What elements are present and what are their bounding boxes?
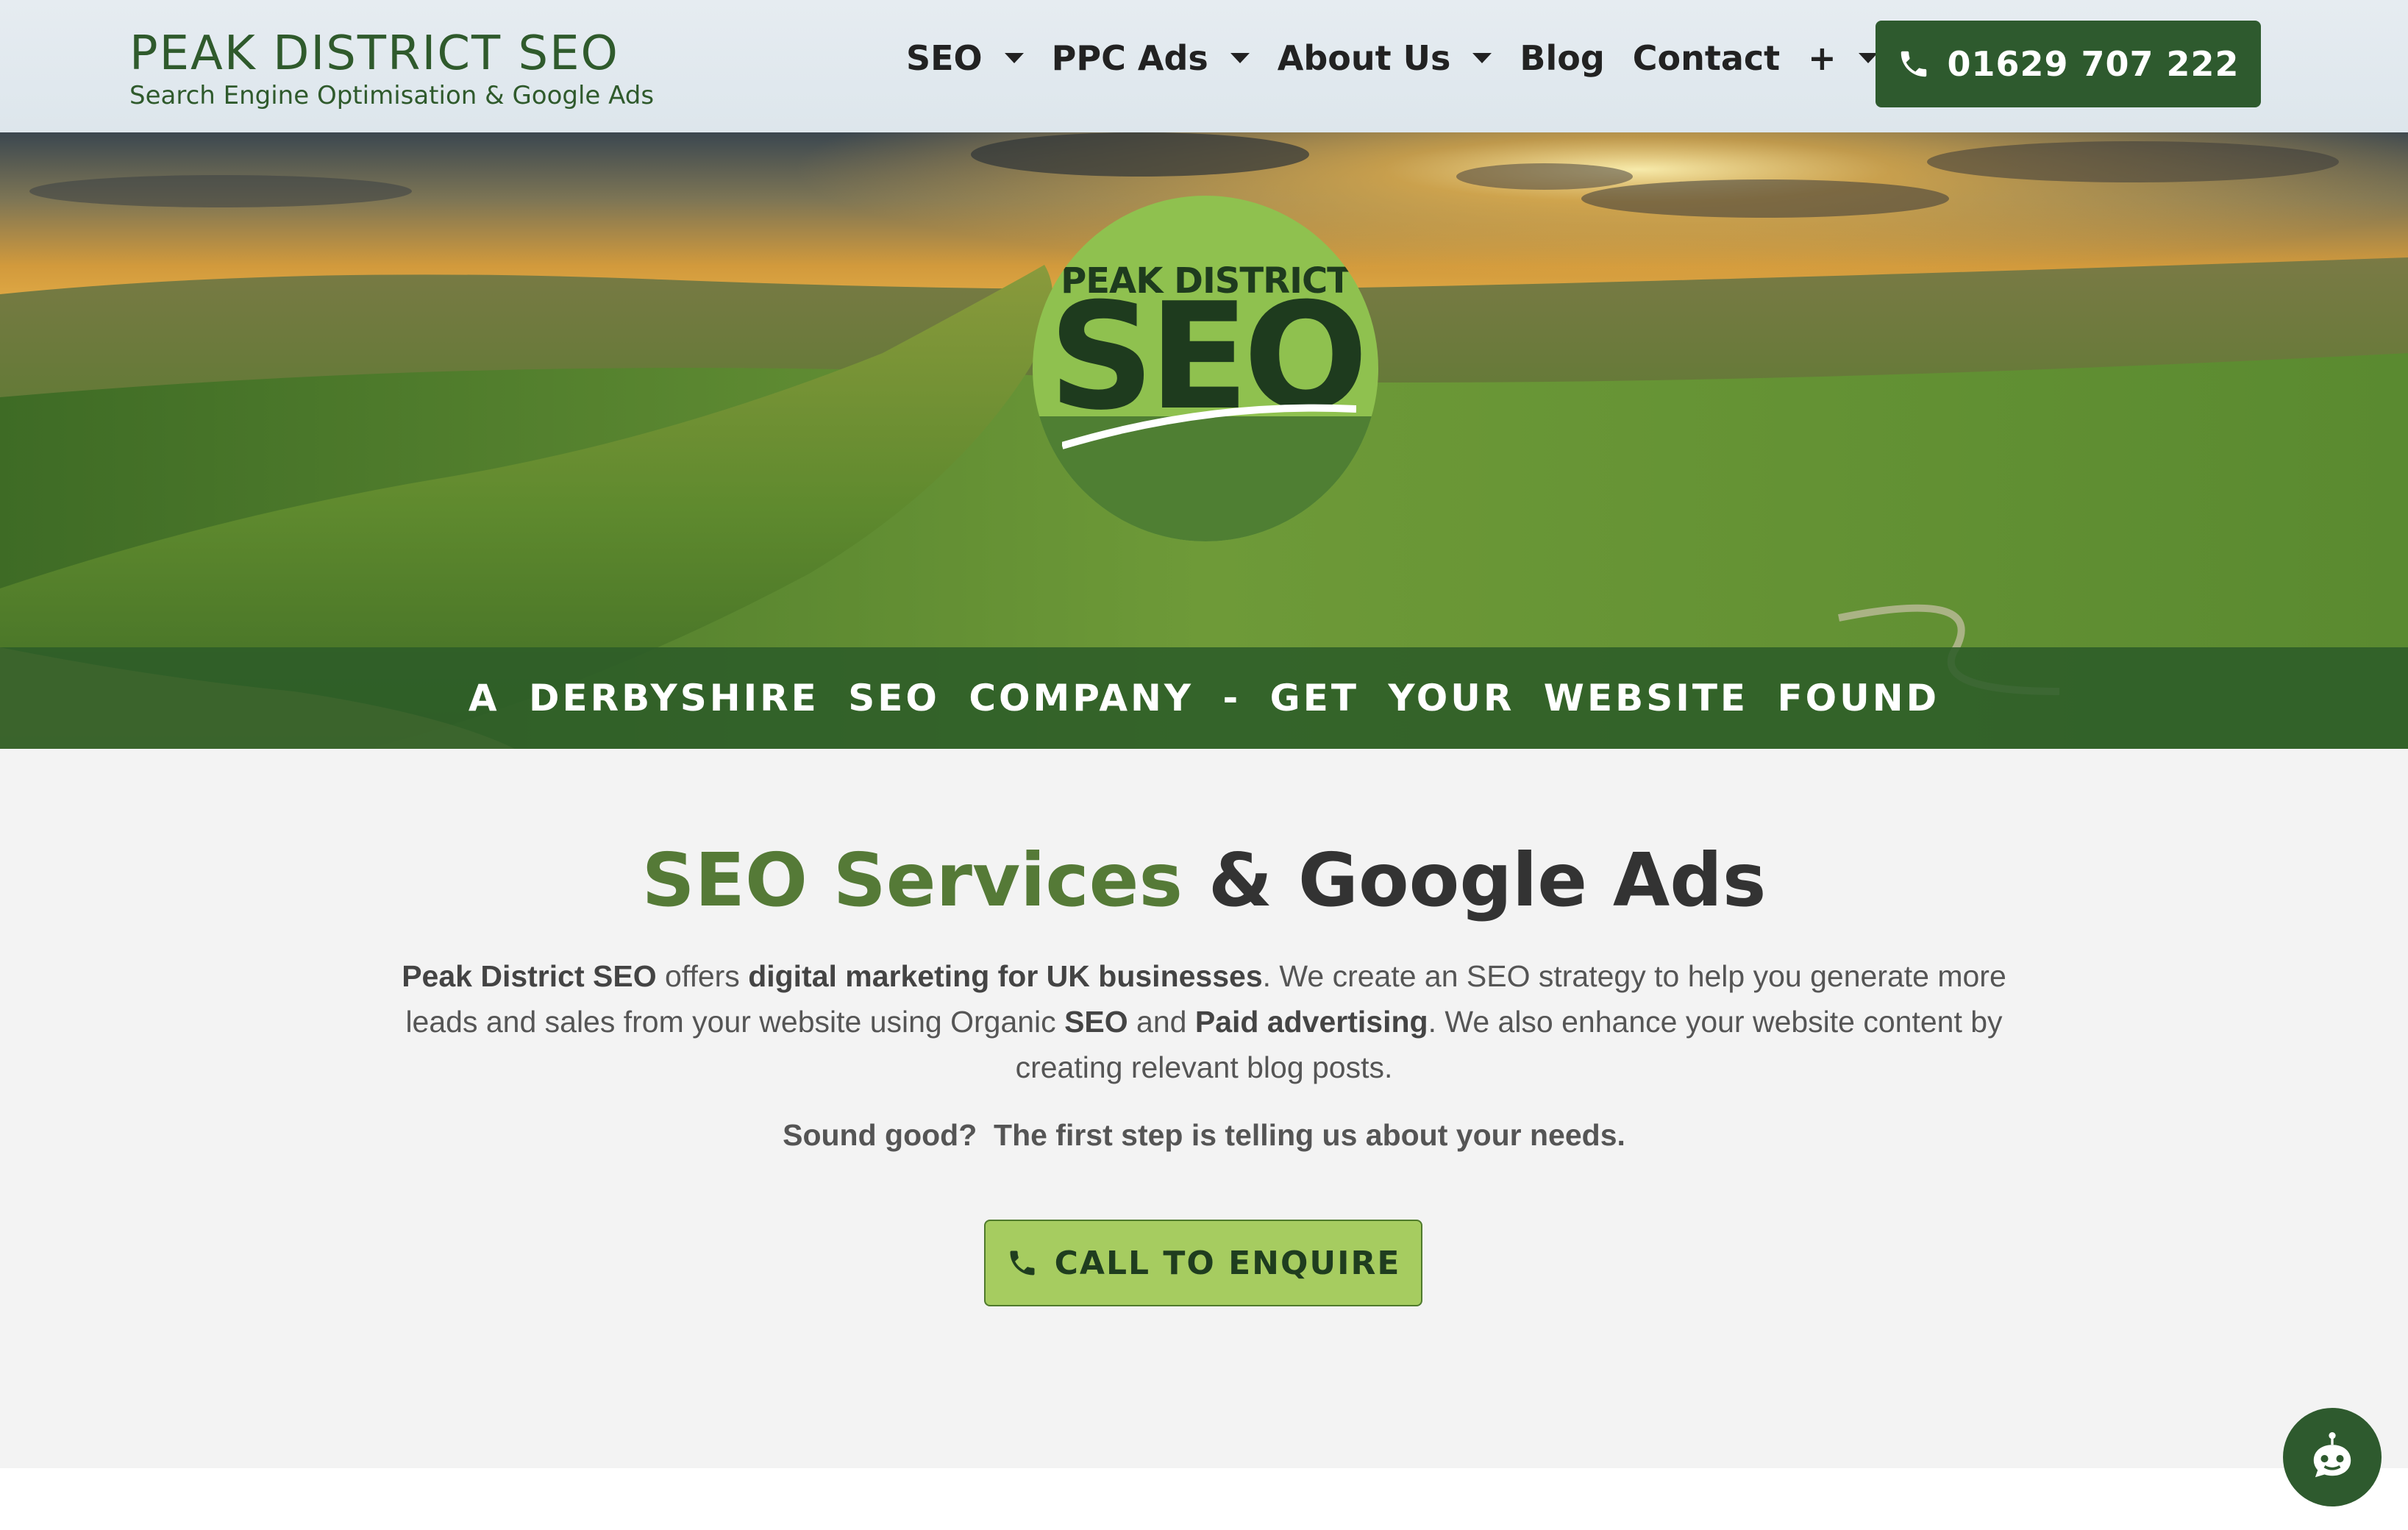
nav-item-label: About Us [1277,38,1451,78]
main-nav: SEO PPC Ads About Us Blog Contact + [906,32,1906,84]
intro-text: and [1128,1005,1195,1039]
intro-highlight: Paid advertising [1194,1005,1428,1039]
call-to-enquire-button[interactable]: CALL TO ENQUIRE [984,1220,1422,1306]
main-content: SEO Services & Google Ads Peak District … [0,749,2408,1468]
hero-banner: PEAK DISTRICT SEO A DERBYSHIRE SEO COMPA… [0,132,2408,749]
chevron-down-icon[interactable] [1004,53,1024,63]
chevron-down-icon[interactable] [1230,53,1250,63]
nav-item-label: SEO [906,38,983,78]
enquire-label: CALL TO ENQUIRE [1054,1244,1401,1282]
site-header: PEAK DISTRICT SEO Search Engine Optimisa… [0,0,2408,132]
company-logo: PEAK DISTRICT SEO [1033,196,1378,541]
intro-highlight: SEO [1064,1005,1128,1039]
intro-paragraph: Peak District SEO offers digital marketi… [368,953,2040,1090]
nav-item-more[interactable]: + [1808,38,1878,78]
chevron-down-icon[interactable] [1472,53,1492,63]
nav-item-label: Blog [1520,38,1605,78]
headline-rest: & Google Ads [1208,837,1767,923]
cta-text: Sound good? The first step is telling us… [783,1118,1625,1152]
intro-text: offers [656,959,749,993]
nav-item-contact[interactable]: Contact [1633,38,1780,78]
hero-tagline: A DERBYSHIRE SEO COMPANY - GET YOUR WEBS… [468,677,1940,719]
nav-item-label: Contact [1632,38,1781,78]
phone-number: 01629 707 222 [1947,44,2240,84]
brand-subtitle: Search Engine Optimisation & Google Ads [129,81,655,110]
tagline-band: A DERBYSHIRE SEO COMPANY - GET YOUR WEBS… [0,647,2408,749]
intro-brand: Peak District SEO [402,959,657,993]
phone-button[interactable]: 01629 707 222 [1876,21,2261,107]
phone-icon [1010,1250,1035,1275]
nav-item-seo[interactable]: SEO [906,38,1024,78]
page-title: SEO Services & Google Ads [0,837,2408,923]
headline-green: SEO Services [641,837,1183,923]
nav-item-blog[interactable]: Blog [1520,38,1604,78]
swoosh-icon [1062,404,1356,449]
nav-item-about-us[interactable]: About Us [1278,38,1492,78]
chatbot-button[interactable] [2283,1408,2382,1506]
chevron-down-icon[interactable] [1858,53,1878,63]
phone-icon [1901,51,1927,77]
nav-item-ppc-ads[interactable]: PPC Ads [1052,38,1250,78]
next-section-edge [0,1468,2408,1530]
brand-title: PEAK DISTRICT SEO [129,26,619,81]
chatbot-icon [2313,1431,2351,1478]
brand-logo[interactable]: PEAK DISTRICT SEO Search Engine Optimisa… [129,26,654,110]
nav-item-label: PPC Ads [1051,38,1208,78]
plus-icon: + [1808,38,1837,78]
intro-highlight: digital marketing for UK businesses [748,959,1263,993]
